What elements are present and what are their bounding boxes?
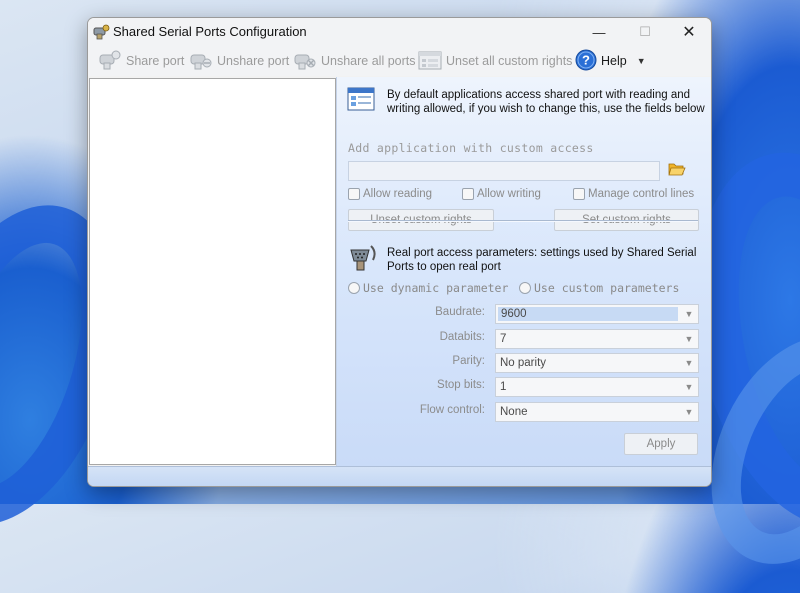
close-button[interactable]: ✕ (666, 18, 711, 46)
browse-application-button[interactable] (665, 159, 689, 181)
app-window-icon (347, 86, 375, 115)
help-label: Help (601, 54, 627, 68)
databits-label: Databits: (439, 331, 485, 343)
folder-open-icon (668, 161, 686, 180)
use-dynamic-parameter-radio[interactable]: Use dynamic parameter (348, 281, 508, 295)
svg-text:?: ? (582, 52, 590, 67)
unshare-port-label: Unshare port (217, 54, 290, 68)
unshare-all-ports-button[interactable]: Unshare all ports (293, 48, 416, 74)
maximize-icon: ☐ (639, 24, 651, 39)
unset-all-custom-rights-button[interactable]: Unset all custom rights (418, 48, 572, 74)
baudrate-select[interactable]: 9600 ▼ (495, 304, 699, 324)
app-icon (92, 23, 110, 41)
unshare-all-ports-icon (293, 49, 317, 74)
window-title: Shared Serial Ports Configuration (113, 24, 307, 39)
parity-value: No parity (500, 357, 547, 369)
chevron-down-icon: ▼ (684, 358, 694, 368)
chevron-down-icon: ▼ (684, 382, 694, 392)
baudrate-label: Baudrate: (435, 306, 485, 318)
allow-reading-label: Allow reading (363, 188, 433, 200)
chevron-down-icon: ▼ (684, 334, 694, 344)
flow-control-value: None (500, 406, 528, 418)
checkbox-box (573, 188, 585, 200)
use-custom-parameters-radio[interactable]: Use custom parameters (519, 281, 679, 295)
baudrate-value: 9600 (498, 307, 678, 321)
manage-control-lines-checkbox[interactable]: Manage control lines (573, 188, 694, 200)
checkbox-box (462, 188, 474, 200)
use-dynamic-parameter-label: Use dynamic parameter (363, 281, 509, 295)
realport-info-text: Real port access parameters: settings us… (387, 247, 697, 273)
section-divider (348, 220, 698, 222)
minimize-button[interactable]: — (576, 18, 622, 46)
databits-value: 7 (500, 333, 507, 345)
unset-rights-icon (418, 49, 442, 74)
share-port-button[interactable]: Share port (98, 48, 184, 74)
chevron-down-icon: ▼ (684, 309, 694, 319)
help-icon: ? (575, 49, 597, 74)
apply-button[interactable]: Apply (624, 433, 698, 455)
flow-control-label: Flow control: (419, 404, 485, 416)
unset-all-custom-rights-label: Unset all custom rights (446, 54, 573, 68)
allow-writing-label: Allow writing (477, 188, 541, 200)
allow-writing-checkbox[interactable]: Allow writing (462, 188, 541, 200)
serial-connector-icon (347, 244, 379, 277)
toolbar: Share port Unshare port Unshare all port… (88, 46, 711, 76)
shared-ports-list[interactable] (89, 78, 336, 465)
share-port-icon (98, 49, 122, 74)
unshare-port-button[interactable]: Unshare port (189, 48, 289, 74)
stop-bits-label: Stop bits: (437, 379, 485, 391)
settings-pane: By default applications access shared po… (336, 77, 711, 466)
unshare-port-icon (189, 49, 213, 74)
maximize-button[interactable]: ☐ (622, 18, 668, 46)
manage-control-lines-label: Manage control lines (588, 188, 695, 200)
title-bar[interactable]: Shared Serial Ports Configuration — ☐ ✕ (88, 18, 711, 46)
chevron-down-icon: ▼ (636, 56, 646, 66)
flow-control-select[interactable]: None ▼ (495, 402, 699, 422)
access-info-text: By default applications access shared po… (387, 89, 705, 115)
allow-reading-checkbox[interactable]: Allow reading (348, 188, 432, 200)
checkbox-box (348, 188, 360, 200)
unshare-all-ports-label: Unshare all ports (321, 54, 416, 68)
use-custom-parameters-label: Use custom parameters (534, 281, 680, 295)
chevron-down-icon: ▼ (684, 407, 694, 417)
stop-bits-value: 1 (500, 381, 507, 393)
app-window: Shared Serial Ports Configuration — ☐ ✕ … (87, 17, 712, 487)
status-bar (88, 466, 711, 486)
databits-select[interactable]: 7 ▼ (495, 329, 699, 349)
parity-select[interactable]: No parity ▼ (495, 353, 699, 373)
close-icon: ✕ (682, 24, 696, 41)
minimize-icon: — (592, 24, 606, 40)
share-port-label: Share port (126, 54, 185, 68)
add-application-heading: Add application with custom access (348, 141, 594, 155)
help-menu-button[interactable]: ? Help ▼ (575, 48, 646, 74)
radio-circle (519, 282, 531, 294)
radio-circle (348, 282, 360, 294)
application-path-input[interactable] (348, 161, 660, 181)
stop-bits-select[interactable]: 1 ▼ (495, 377, 699, 397)
parity-label: Parity: (452, 355, 485, 367)
